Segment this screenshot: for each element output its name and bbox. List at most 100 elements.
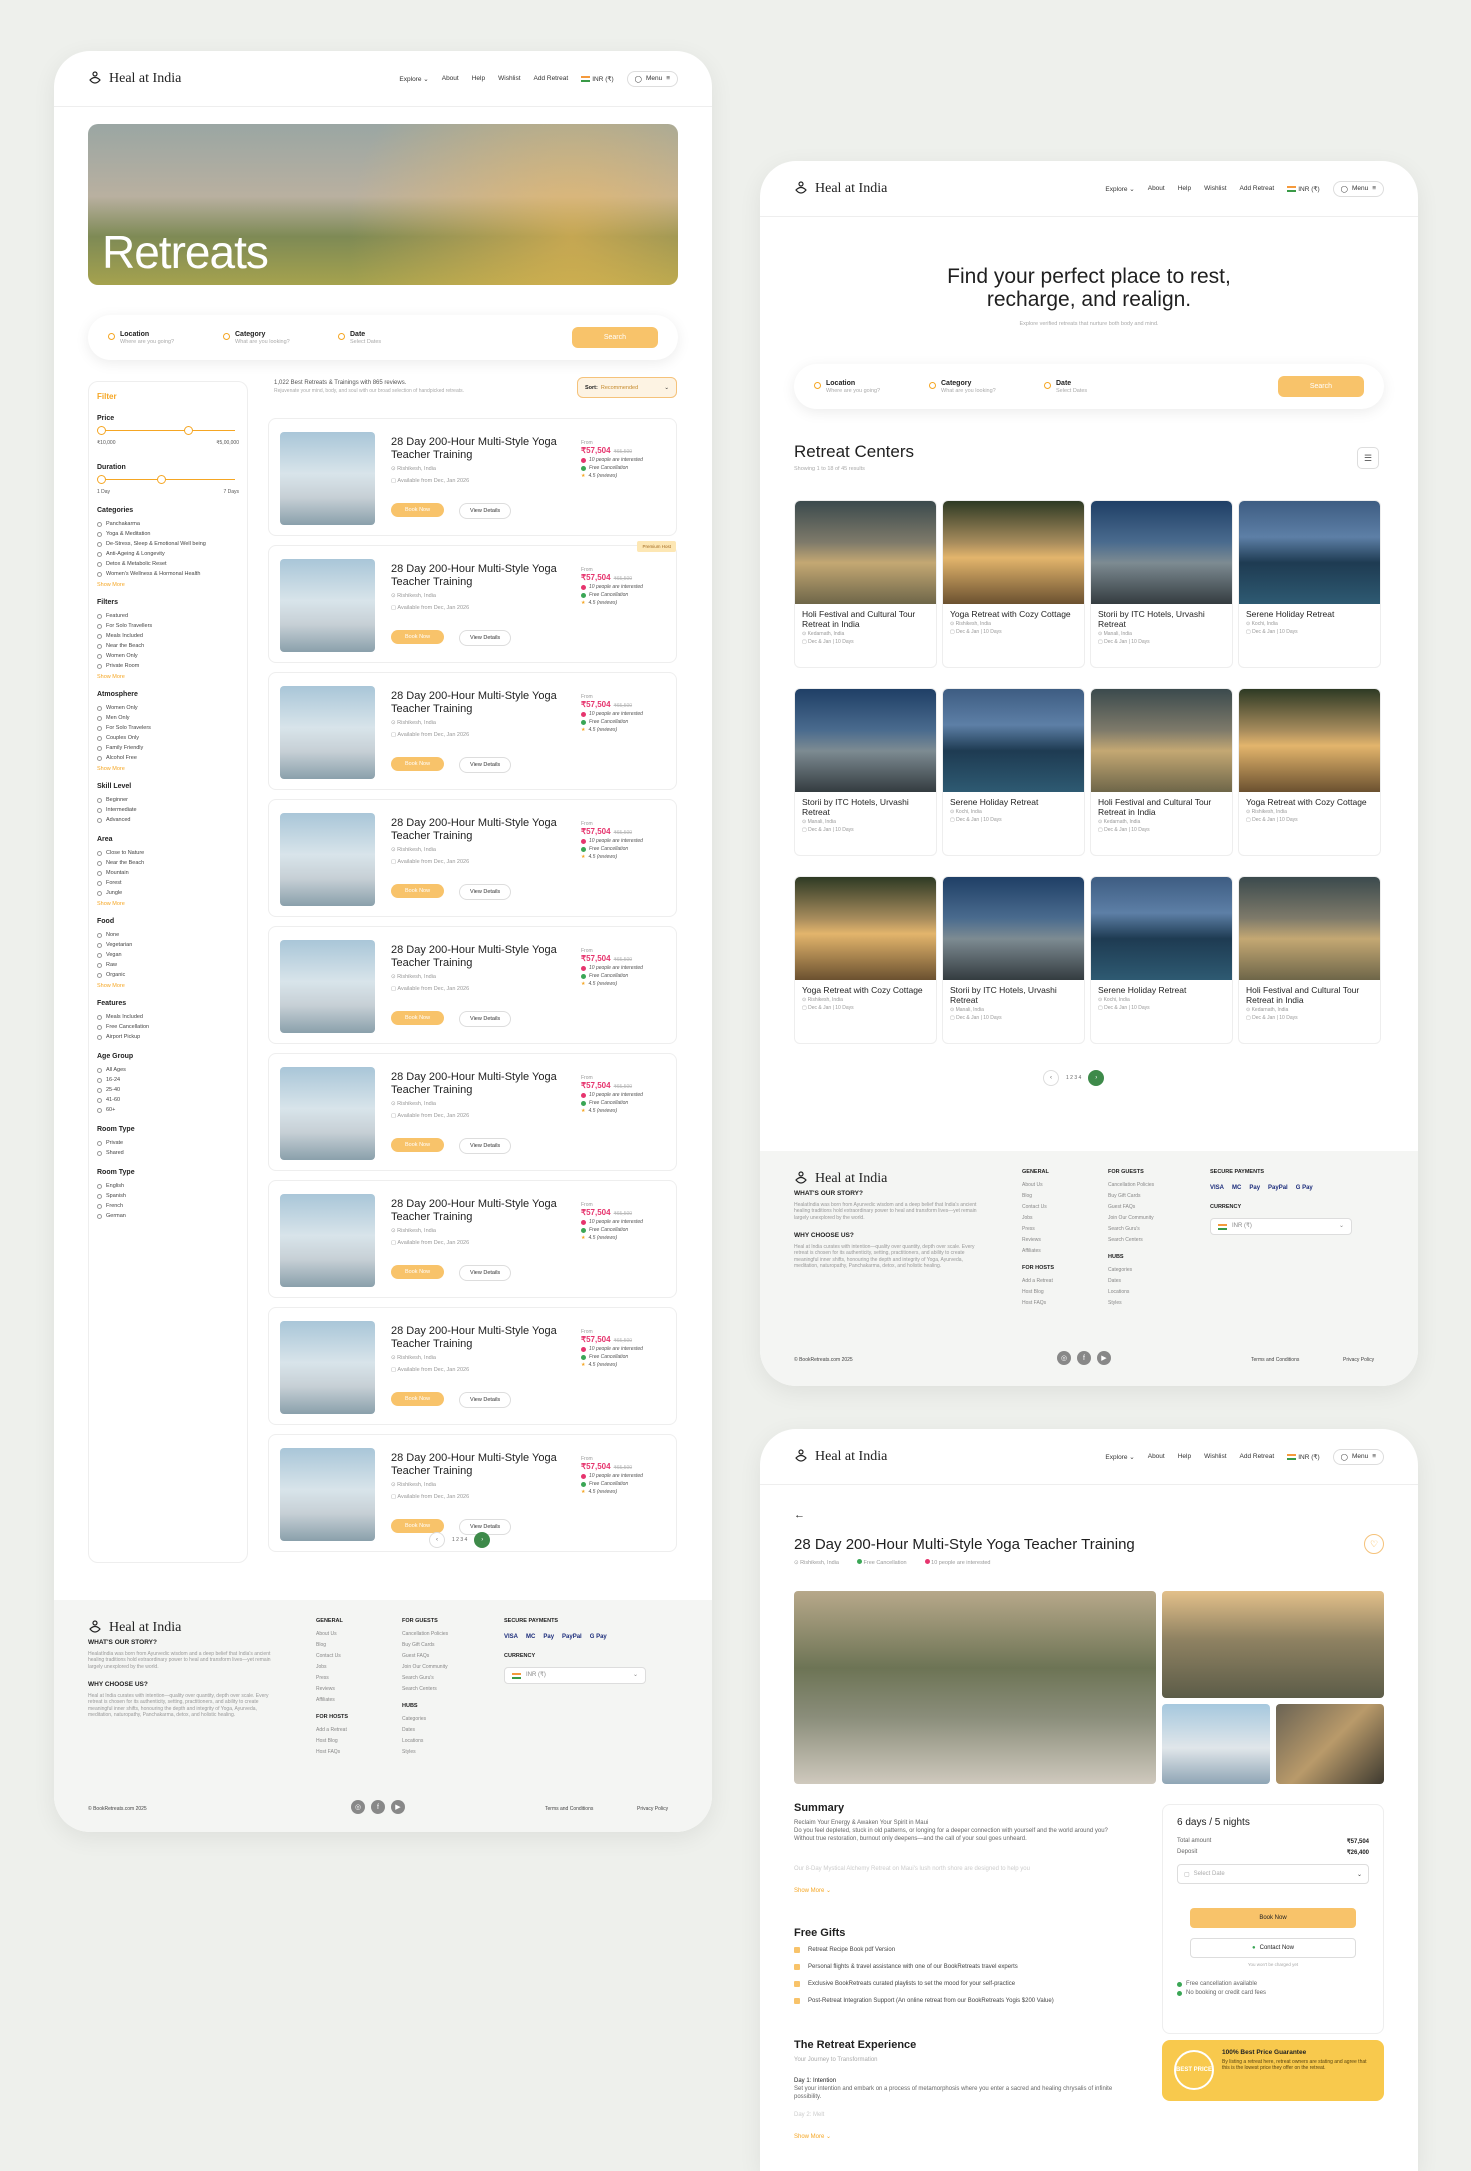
heart-icon[interactable]: ♡: [1364, 1534, 1384, 1554]
filter-option[interactable]: Detox & Metabolic Reset: [97, 559, 239, 569]
nav-wishlist[interactable]: Wishlist: [498, 75, 520, 82]
filter-option[interactable]: For Solo Travellers: [97, 621, 239, 631]
footer-link[interactable]: Buy Gift Cards: [1108, 1191, 1154, 1202]
youtube-icon[interactable]: ▶: [391, 1800, 405, 1814]
footer-link[interactable]: Search Centers: [1108, 1235, 1154, 1246]
footer-link[interactable]: Add a Retreat: [1022, 1276, 1054, 1287]
filter-option[interactable]: Beginner: [97, 795, 239, 805]
center-image[interactable]: [1091, 501, 1232, 604]
duration-max-handle[interactable]: [157, 475, 167, 484]
contact-now-button[interactable]: ● Contact Now: [1190, 1938, 1356, 1958]
footer-link[interactable]: Join Our Community: [402, 1662, 448, 1673]
center-name[interactable]: Holi Festival and Cultural Tour Retreat …: [795, 604, 936, 629]
center-name[interactable]: Storii by ITC Hotels, Urvashi Retreat: [1091, 604, 1232, 629]
footer-link[interactable]: Blog: [316, 1640, 348, 1651]
sort-dropdown[interactable]: Sort: Recommended ⌄: [577, 377, 677, 398]
center-card[interactable]: Serene Holiday Retreat ⊙ Kochi, India ▢ De…: [1238, 500, 1381, 668]
filter-option[interactable]: All Ages: [97, 1065, 239, 1075]
listing-card[interactable]: 28 Day 200-Hour Multi-Style Yoga Teacher…: [268, 541, 677, 663]
filter-option[interactable]: Private Room: [97, 661, 239, 671]
center-card[interactable]: Storii by ITC Hotels, Urvashi Retreat ⊙ M…: [1090, 500, 1233, 668]
footer-link[interactable]: Guest FAQs: [1108, 1202, 1154, 1213]
filter-option[interactable]: De-Stress, Sleep & Emotional Well being: [97, 539, 239, 549]
page-numbers[interactable]: 1 2 3 4: [1066, 1075, 1081, 1081]
summary-show-more[interactable]: Show More ⌄: [794, 1887, 1124, 1895]
menu-button[interactable]: ◯ Menu ≡: [1332, 1448, 1384, 1465]
footer-link[interactable]: Cancellation Policies: [402, 1629, 448, 1640]
show-more-link[interactable]: Show More: [97, 901, 239, 907]
date-select[interactable]: ▢ Select Date ⌄: [1177, 1864, 1369, 1884]
footer-link[interactable]: Host Blog: [1022, 1287, 1054, 1298]
footer-link[interactable]: Locations: [1108, 1287, 1154, 1298]
footer-link[interactable]: Press: [1022, 1224, 1054, 1235]
view-details-button[interactable]: View Details: [459, 630, 512, 646]
filter-option[interactable]: Shared: [97, 1148, 239, 1158]
book-now-button[interactable]: Book Now: [391, 1265, 445, 1279]
location-field[interactable]: Location Where are you going?: [814, 380, 929, 394]
menu-button[interactable]: ◯ Menu ≡: [1332, 180, 1384, 197]
location-field[interactable]: Location Where are you going?: [108, 331, 223, 345]
filter-option[interactable]: Near the Beach: [97, 641, 239, 651]
footer-link[interactable]: Dates: [402, 1725, 448, 1736]
nav-help[interactable]: Help: [472, 75, 485, 82]
filter-option[interactable]: 60+: [97, 1105, 239, 1115]
listing-image[interactable]: [280, 813, 375, 906]
book-now-button[interactable]: Book Now: [391, 1392, 445, 1406]
footer-link[interactable]: About Us: [316, 1629, 348, 1640]
nav-add-retreat[interactable]: Add Retreat: [534, 75, 569, 82]
footer-link[interactable]: About Us: [1022, 1180, 1054, 1191]
center-name[interactable]: Serene Holiday Retreat: [943, 792, 1084, 807]
facebook-icon[interactable]: f: [1077, 1351, 1091, 1365]
filter-option[interactable]: None: [97, 930, 239, 940]
footer-link[interactable]: Join Our Community: [1108, 1213, 1154, 1224]
filter-option[interactable]: Women Only: [97, 703, 239, 713]
listing-image[interactable]: [280, 559, 375, 652]
prev-page-button[interactable]: ‹: [1043, 1070, 1059, 1086]
center-image[interactable]: [795, 501, 936, 604]
brand-logo[interactable]: Heal at India: [88, 71, 181, 87]
listing-title[interactable]: 28 Day 200-Hour Multi-Style Yoga Teacher…: [391, 817, 561, 843]
gallery-main-image[interactable]: [794, 1591, 1156, 1784]
center-image[interactable]: [1091, 877, 1232, 980]
gallery-image-4[interactable]: [1276, 1704, 1384, 1784]
footer-link[interactable]: Add a Retreat: [316, 1725, 348, 1736]
footer-link[interactable]: Press: [316, 1673, 348, 1684]
footer-link[interactable]: Categories: [1108, 1265, 1154, 1276]
menu-button[interactable]: ◯ Menu ≡: [626, 70, 678, 87]
footer-link[interactable]: Blog: [1022, 1191, 1054, 1202]
listing-title[interactable]: 28 Day 200-Hour Multi-Style Yoga Teacher…: [391, 944, 561, 970]
center-image[interactable]: [1239, 877, 1380, 980]
nav-about[interactable]: About: [1148, 185, 1165, 192]
footer-link[interactable]: Styles: [1108, 1298, 1154, 1309]
footer-link[interactable]: Reviews: [316, 1684, 348, 1695]
center-card[interactable]: Serene Holiday Retreat ⊙ Kochi, India ▢ De…: [1090, 876, 1233, 1044]
filter-option[interactable]: Alcohol Free: [97, 753, 239, 763]
center-image[interactable]: [943, 689, 1084, 792]
filter-option[interactable]: 25-40: [97, 1085, 239, 1095]
listing-image[interactable]: [280, 1448, 375, 1541]
filter-option[interactable]: Intermediate: [97, 805, 239, 815]
listing-card[interactable]: 28 Day 200-Hour Multi-Style Yoga Teacher…: [268, 1180, 677, 1298]
filter-option[interactable]: 16-24: [97, 1075, 239, 1085]
filter-option[interactable]: Raw: [97, 960, 239, 970]
nav-add-retreat[interactable]: Add Retreat: [1240, 185, 1275, 192]
center-name[interactable]: Storii by ITC Hotels, Urvashi Retreat: [943, 980, 1084, 1005]
filter-option[interactable]: Men Only: [97, 713, 239, 723]
footer-link[interactable]: Locations: [402, 1736, 448, 1747]
footer-link[interactable]: Cancellation Policies: [1108, 1180, 1154, 1191]
filter-option[interactable]: Private: [97, 1138, 239, 1148]
filter-option[interactable]: Free Cancellation: [97, 1022, 239, 1032]
filter-option[interactable]: Jungle: [97, 888, 239, 898]
duration-min-handle[interactable]: [97, 475, 106, 484]
currency-select[interactable]: INR (₹) ⌄: [1210, 1218, 1352, 1235]
footer-link[interactable]: Reviews: [1022, 1235, 1054, 1246]
filter-option[interactable]: Airport Pickup: [97, 1032, 239, 1042]
duration-slider[interactable]: [97, 475, 235, 485]
filter-option[interactable]: Anti-Ageing & Longevity: [97, 549, 239, 559]
show-more-link[interactable]: Show More: [97, 983, 239, 989]
listing-image[interactable]: [280, 686, 375, 779]
center-name[interactable]: Yoga Retreat with Cozy Cottage: [795, 980, 936, 995]
footer-link[interactable]: Host FAQs: [1022, 1298, 1054, 1309]
nav-wishlist[interactable]: Wishlist: [1204, 1453, 1226, 1460]
nav-explore[interactable]: Explore ⌄: [1105, 1453, 1134, 1461]
